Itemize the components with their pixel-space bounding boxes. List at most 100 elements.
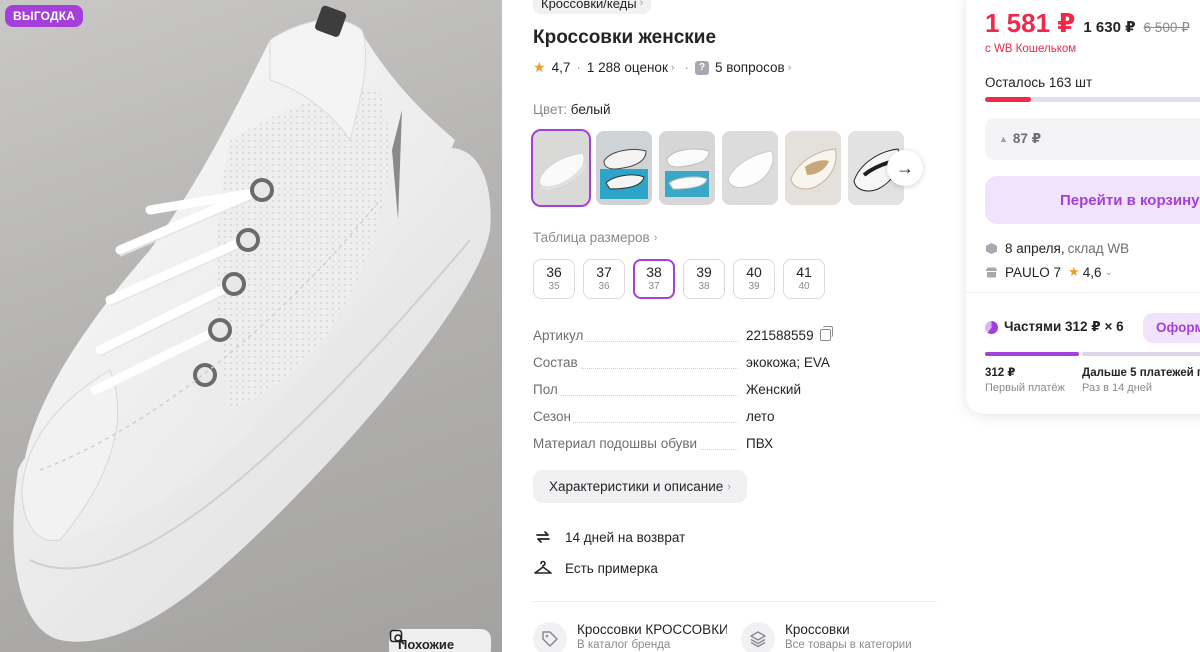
spec-key: Материал подошвы обуви xyxy=(533,436,700,451)
next-payments-text: Дальше 5 платежей по 312 ₽ xyxy=(1082,367,1200,379)
thumbnail-sneaker-box-blue[interactable] xyxy=(596,131,652,205)
copy-icon[interactable] xyxy=(819,326,833,341)
fitting-text: Есть примерка xyxy=(565,560,658,576)
size-option[interactable]: 40 39 xyxy=(733,259,775,299)
next-payments-bar xyxy=(1082,352,1200,356)
go-to-cart-button[interactable]: Перейти в корзину xyxy=(985,176,1200,224)
installments-pie-icon xyxy=(985,320,998,334)
size-eu: 41 xyxy=(796,264,812,280)
next-payments-label: Раз в 14 дней xyxy=(1082,382,1153,394)
return-arrows-icon xyxy=(536,531,550,543)
delivery-date: 8 апреля, xyxy=(1005,241,1065,256)
similar-label: Похожие xyxy=(398,636,455,652)
return-info: 14 дней на возврат xyxy=(533,527,685,547)
stock-progress-fill xyxy=(985,97,1031,102)
questions-icon: ? xyxy=(695,60,710,75)
chevron-right-icon: › xyxy=(670,61,675,74)
size-option[interactable]: 39 38 xyxy=(683,259,725,299)
old-price: 6 500 ₽ xyxy=(1143,20,1190,35)
spec-value: ПВХ xyxy=(746,436,774,451)
size-ru: 37 xyxy=(648,281,660,292)
stock-text: Осталось 163 шт xyxy=(985,75,1093,90)
chevron-right-icon: › xyxy=(787,61,792,74)
chevron-right-icon: › xyxy=(727,480,731,493)
shop-icon xyxy=(986,267,997,277)
wallet-price: 1 581 ₽ xyxy=(985,8,1076,38)
size-ru: 35 xyxy=(548,281,560,292)
characteristics-button[interactable]: Характеристики и описание › xyxy=(533,470,747,503)
thumbnail-white-sneaker-2[interactable] xyxy=(722,131,778,205)
chevron-right-icon: › xyxy=(653,231,658,244)
brand-catalog-link[interactable]: Кроссовки КРОССОВКИ В каталог бренда xyxy=(533,622,729,652)
size-ru: 39 xyxy=(748,281,760,292)
product-title: Кроссовки женские xyxy=(533,27,717,48)
size-eu: 40 xyxy=(746,264,762,280)
price-drop-value: 87 ₽ xyxy=(1012,131,1042,146)
size-table-label: Таблица размеров xyxy=(533,230,650,245)
price-drop-badge[interactable]: ▲ 87 ₽ xyxy=(985,118,1200,160)
size-option[interactable]: 37 36 xyxy=(583,259,625,299)
thumbnail-beige-sneaker[interactable] xyxy=(785,131,841,205)
separator-dot: · xyxy=(576,60,581,75)
triangle-up-icon: ▲ xyxy=(999,134,1008,144)
spec-list: Артикул 221588559 Состав экокожа; EVA Пол Ж… xyxy=(533,326,833,463)
seller-info[interactable]: PAULO 7 ★ 4,6 ⌄ xyxy=(985,264,1113,280)
thumbnails-next-arrow-icon[interactable]: → xyxy=(887,150,923,186)
layers-icon xyxy=(741,622,775,652)
hanger-icon xyxy=(534,560,552,574)
reviews-link[interactable]: 1 288 оценок xyxy=(587,60,668,75)
product-info: Кроссовки/кеды › Кроссовки женские ★ 4,7… xyxy=(531,0,937,652)
thumbnail-sneaker-box-blue-2[interactable] xyxy=(659,131,715,205)
stock-progress-bar xyxy=(985,97,1200,102)
spec-key: Сезон xyxy=(533,409,573,424)
fitting-info: Есть примерка xyxy=(533,558,658,578)
first-payment-label: Первый платёж xyxy=(985,382,1065,394)
chevron-down-icon: ⌄ xyxy=(1104,266,1113,278)
delivery-info: 8 апреля, склад WB xyxy=(985,241,1129,256)
size-option[interactable]: 36 35 xyxy=(533,259,575,299)
seller-name: PAULO 7 xyxy=(1005,264,1062,280)
spec-row: Сезон лето xyxy=(533,409,833,436)
tag-icon xyxy=(533,622,567,652)
breadcrumb-label: Кроссовки/кеды xyxy=(541,0,637,11)
brand-link-subtitle: В каталог бренда xyxy=(577,639,671,651)
color-caption: Цвет: xyxy=(533,102,568,117)
size-eu: 39 xyxy=(696,264,712,280)
separator-dot: · xyxy=(684,60,690,75)
product-photo[interactable]: ВЫГОДКА Похожие xyxy=(0,0,502,652)
size-ru: 36 xyxy=(598,281,610,292)
similar-button[interactable]: Похожие xyxy=(389,629,491,652)
divider xyxy=(533,601,937,602)
thumbnail-white-sneaker[interactable] xyxy=(531,129,591,207)
breadcrumb[interactable]: Кроссовки/кеды › xyxy=(533,0,652,14)
divider xyxy=(966,292,1200,293)
size-option[interactable]: 41 40 xyxy=(783,259,825,299)
spec-value: 221588559 xyxy=(746,326,833,343)
first-payment-amount: 312 ₽ xyxy=(985,367,1016,379)
installments-text: Частями 312 ₽ × 6 xyxy=(1004,319,1124,334)
color-label: Цвет: белый xyxy=(533,102,611,117)
spec-key: Состав xyxy=(533,355,580,370)
wallet-note[interactable]: с WB Кошельком xyxy=(985,43,1076,55)
price-row: 1 581 ₽ 1 630 ₽ 6 500 ₽ xyxy=(985,8,1190,39)
rating-row: ★ 4,7 · 1 288 оценок › · ? 5 вопросов › xyxy=(533,59,791,76)
similar-search-icon xyxy=(389,629,405,645)
size-ru: 38 xyxy=(698,281,710,292)
size-table-link[interactable]: Таблица размеров › xyxy=(533,230,657,245)
star-icon: ★ xyxy=(1068,264,1080,279)
spec-row: Состав экокожа; EVA xyxy=(533,355,833,382)
color-thumbnails xyxy=(531,129,904,207)
installments-button[interactable]: Оформить xyxy=(1143,313,1200,343)
box-icon xyxy=(986,243,997,254)
questions-link[interactable]: 5 вопросов xyxy=(715,60,785,75)
article-number: 221588559 xyxy=(746,328,814,343)
category-link[interactable]: Кроссовки Все товары в категории xyxy=(741,622,937,652)
installments-title: Частями 312 ₽ × 6 xyxy=(985,319,1124,335)
size-eu: 37 xyxy=(596,264,612,280)
spec-row: Пол Женский xyxy=(533,382,833,409)
promo-badge: ВЫГОДКА xyxy=(5,5,84,27)
size-ru: 40 xyxy=(798,281,810,292)
size-option-selected[interactable]: 38 37 xyxy=(633,259,675,299)
spec-value: Женский xyxy=(746,382,802,397)
color-value: белый xyxy=(570,102,611,117)
